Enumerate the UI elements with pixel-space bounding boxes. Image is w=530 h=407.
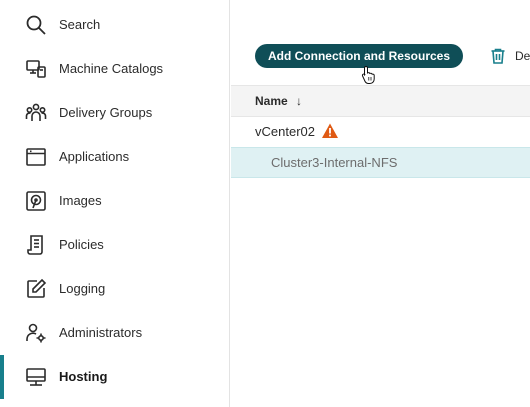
policies-icon <box>24 233 48 257</box>
hosting-icon <box>24 365 48 389</box>
sidebar-item-label: Search <box>59 17 101 32</box>
sidebar-item-label: Delivery Groups <box>59 105 153 120</box>
sidebar-item-search[interactable]: Search <box>0 3 229 47</box>
sidebar-item-policies[interactable]: Policies <box>0 223 229 267</box>
add-connection-button[interactable]: Add Connection and Resources <box>255 44 463 68</box>
sidebar-item-label: Machine Catalogs <box>59 61 164 76</box>
sidebar-item-logging[interactable]: Logging <box>0 267 229 311</box>
sidebar-item-administrators[interactable]: Administrators <box>0 311 229 355</box>
sidebar-item-applications[interactable]: Applications <box>0 135 229 179</box>
trash-icon <box>489 47 507 65</box>
sidebar: Search Machine Catalogs Delivery Groups … <box>0 0 230 407</box>
sidebar-item-hosting[interactable]: Hosting <box>0 355 229 399</box>
sidebar-item-images[interactable]: Images <box>0 179 229 223</box>
column-header-name[interactable]: Name <box>255 94 288 108</box>
delete-button-label: Delete <box>515 49 530 63</box>
applications-icon <box>24 145 48 169</box>
logging-icon <box>24 277 48 301</box>
search-icon <box>24 13 48 37</box>
sidebar-item-label: Hosting <box>59 369 108 384</box>
sidebar-item-label: Logging <box>59 281 106 296</box>
table-header: Name ↓ <box>231 85 530 117</box>
table-row[interactable]: vCenter02 <box>231 117 530 147</box>
table-row[interactable]: Cluster3-Internal-NFS <box>231 147 530 178</box>
hand-cursor-icon <box>361 65 377 85</box>
sidebar-item-label: Administrators <box>59 325 143 340</box>
row-label: Cluster3-Internal-NFS <box>271 155 398 170</box>
machine-catalogs-icon <box>24 57 48 81</box>
active-indicator <box>0 355 4 399</box>
sidebar-item-label: Images <box>59 193 102 208</box>
sort-descending-icon[interactable]: ↓ <box>296 93 302 109</box>
sidebar-item-label: Policies <box>59 237 104 252</box>
delete-button[interactable]: Delete <box>489 45 530 67</box>
row-label: vCenter02 <box>255 124 315 139</box>
warning-icon <box>321 122 339 140</box>
sidebar-item-delivery-groups[interactable]: Delivery Groups <box>0 91 229 135</box>
delivery-groups-icon <box>24 101 48 125</box>
sidebar-item-label: Applications <box>59 149 130 164</box>
images-icon <box>24 189 48 213</box>
sidebar-item-machine-catalogs[interactable]: Machine Catalogs <box>0 47 229 91</box>
administrators-icon <box>24 321 48 345</box>
